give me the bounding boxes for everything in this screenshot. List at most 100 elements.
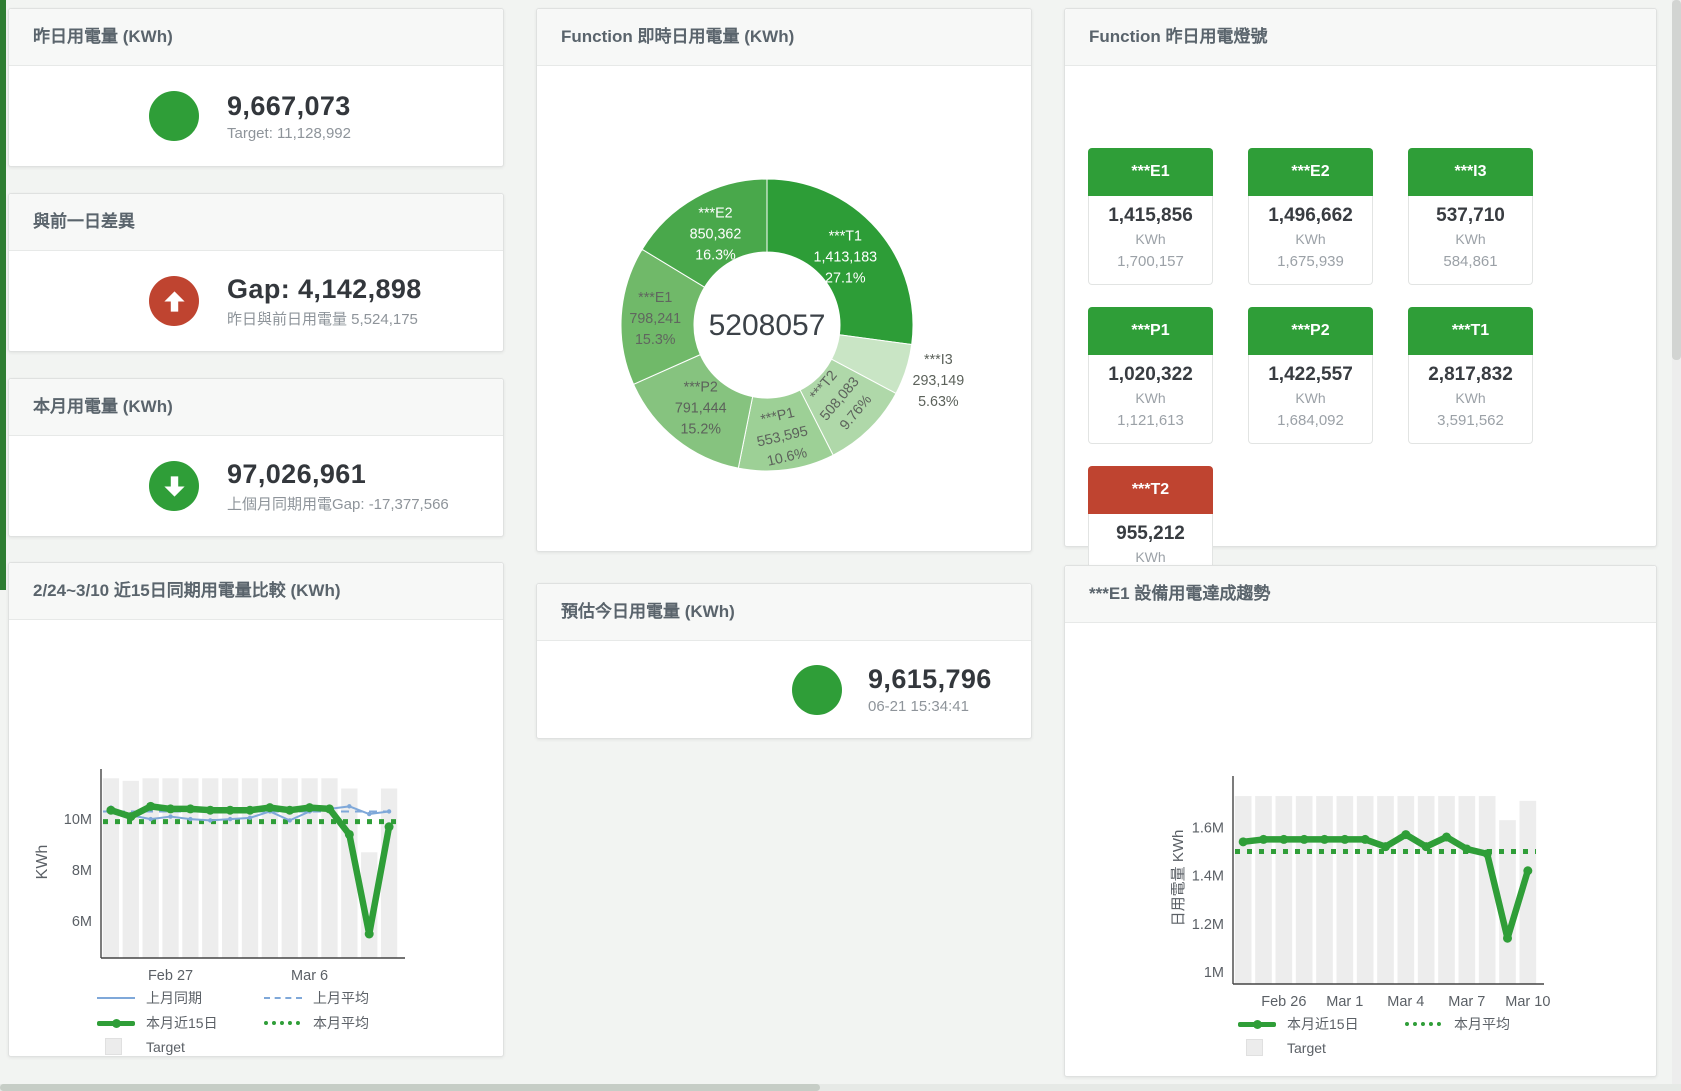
horizontal-scrollbar-track[interactable] (0, 1084, 1681, 1091)
x-tick-label: Mar 1 (1326, 994, 1363, 1010)
blue-dash-legend-icon (264, 997, 304, 999)
tile-value: 955,212 (1089, 521, 1212, 547)
stat-subtitle: 06-21 15:34:41 (868, 698, 992, 715)
legend-item-gray-box[interactable]: Target (97, 1038, 264, 1055)
panel-title-day-gap: 與前一日差異 (9, 194, 503, 251)
x-tick-label: Mar 7 (1448, 994, 1485, 1010)
legend-label: 本月平均 (1454, 1014, 1510, 1034)
y-axis-title: KWh (34, 845, 51, 880)
legend-label: 上月同期 (146, 988, 202, 1008)
series-point (1259, 835, 1268, 844)
series-point (1523, 866, 1532, 875)
arrow-down-icon (149, 461, 199, 511)
legend-item-green-thick[interactable]: 本月近15日 (1238, 1014, 1405, 1034)
lights-tile-grid: ***E11,415,856KWh1,700,157***E21,496,662… (1088, 148, 1548, 603)
tile-value: 1,496,662 (1249, 203, 1372, 229)
series-point (228, 817, 232, 821)
target-bar (1438, 796, 1455, 984)
panel-title-compare: 2/24~3/10 近15日同期用電量比較 (KWh) (9, 563, 503, 620)
legend-item-green-thick[interactable]: 本月近15日 (97, 1013, 264, 1033)
tile-body: 1,415,856KWh1,700,157 (1088, 196, 1213, 285)
light-tile-1: ***E11,415,856KWh1,700,157 (1088, 148, 1213, 285)
status-circle-icon (792, 665, 842, 715)
tile-body: 2,817,832KWh3,591,562 (1408, 355, 1533, 444)
horizontal-scrollbar-thumb[interactable] (0, 1084, 820, 1091)
green-dots-legend-icon (1405, 1022, 1445, 1026)
series-point (1320, 835, 1329, 844)
legend-label: 上月平均 (313, 988, 369, 1008)
target-bar (1235, 796, 1252, 984)
series-point (1279, 835, 1288, 844)
tile-name: ***P2 (1248, 307, 1373, 355)
legend-item-green-dots[interactable]: 本月平均 (1405, 1014, 1572, 1034)
legend-label: Target (146, 1039, 185, 1055)
legend-label: 本月近15日 (146, 1013, 218, 1033)
stat-card-day-gap: 與前一日差異 Gap: 4,142,898 昨日與前日用電量 5,524,175 (8, 193, 504, 352)
tile-target: 1,675,939 (1249, 250, 1372, 274)
series-point (1381, 842, 1390, 851)
stat-subtitle: 上個月同期用電Gap: -17,377,566 (227, 493, 449, 514)
left-edge-strip (0, 0, 6, 590)
target-bar (1357, 796, 1374, 984)
panel-title-lights: Function 昨日用電燈號 (1065, 9, 1656, 66)
stat-body: 97,026,961 上個月同期用電Gap: -17,377,566 (9, 436, 503, 536)
series-point (1239, 837, 1248, 846)
trend-line-chart: 1M1.2M1.4M1.6MFeb 26Mar 1Mar 4Mar 7Mar 1… (1065, 706, 1656, 1016)
lights-panel: Function 昨日用電燈號 ***E11,415,856KWh1,700,1… (1064, 8, 1657, 547)
series-point (288, 818, 292, 822)
x-tick-label: Feb 26 (1261, 994, 1306, 1010)
series-point (1483, 849, 1492, 858)
stat-body: 9,667,073 Target: 11,128,992 (9, 66, 503, 166)
series-point (265, 803, 274, 812)
compare-chart-panel: 2/24~3/10 近15日同期用電量比較 (KWh) 6M8M10MFeb 2… (8, 562, 504, 1057)
tile-value: 1,020,322 (1089, 362, 1212, 388)
donut-slice-label: ***I3293,1495.63% (913, 352, 965, 410)
vertical-scrollbar-thumb[interactable] (1672, 0, 1681, 360)
compare-line-chart: 6M8M10MFeb 27Mar 6KWh (9, 710, 503, 990)
series-point (285, 806, 294, 815)
light-tile-6: ***T12,817,832KWh3,591,562 (1408, 307, 1533, 444)
target-bar (202, 778, 218, 958)
stat-body: Gap: 4,142,898 昨日與前日用電量 5,524,175 (9, 251, 503, 351)
tile-unit: KWh (1089, 388, 1212, 409)
tile-target: 1,684,092 (1249, 409, 1372, 433)
tile-body: 1,020,322KWh1,121,613 (1088, 355, 1213, 444)
legend-item-green-dots[interactable]: 本月平均 (264, 1013, 431, 1033)
tile-target: 1,700,157 (1089, 250, 1212, 274)
tile-name: ***T1 (1408, 307, 1533, 355)
light-tile-3: ***I3537,710KWh584,861 (1408, 148, 1533, 285)
blue-line-legend-icon (97, 997, 137, 999)
target-bar (103, 778, 119, 958)
target-bar (222, 778, 238, 958)
y-tick-label: 10M (64, 812, 92, 828)
y-tick-label: 1.6M (1192, 820, 1224, 836)
series-point (168, 814, 172, 818)
y-tick-label: 1.4M (1192, 869, 1224, 885)
dashboard-page: 昨日用電量 (KWh) 9,667,073 Target: 11,128,992… (0, 0, 1681, 1091)
legend-item-blue-line[interactable]: 上月同期 (97, 988, 264, 1008)
series-point (106, 806, 115, 815)
series-point (148, 817, 152, 821)
stat-card-yesterday: 昨日用電量 (KWh) 9,667,073 Target: 11,128,992 (8, 8, 504, 167)
series-point (1340, 835, 1349, 844)
series-point (246, 806, 255, 815)
x-tick-label: Mar 6 (291, 968, 328, 984)
legend-item-gray-box[interactable]: Target (1238, 1039, 1405, 1056)
series-point (305, 803, 314, 812)
tile-body: 1,422,557KWh1,684,092 (1248, 355, 1373, 444)
series-point (126, 812, 135, 821)
x-tick-label: Mar 10 (1505, 994, 1550, 1010)
target-bar (1296, 796, 1313, 984)
legend-item-blue-dash[interactable]: 上月平均 (264, 988, 431, 1008)
tile-name: ***E2 (1248, 148, 1373, 196)
stat-subtitle: 昨日與前日用電量 5,524,175 (227, 308, 422, 329)
stat-subtitle: Target: 11,128,992 (227, 125, 351, 142)
series-point (385, 822, 394, 831)
series-point (208, 818, 212, 822)
vertical-scrollbar-track[interactable] (1672, 0, 1681, 1091)
target-bar (1418, 796, 1435, 984)
tile-unit: KWh (1409, 229, 1532, 250)
tile-value: 1,415,856 (1089, 203, 1212, 229)
gray-box-legend-icon (1238, 1039, 1278, 1056)
tile-name: ***E1 (1088, 148, 1213, 196)
